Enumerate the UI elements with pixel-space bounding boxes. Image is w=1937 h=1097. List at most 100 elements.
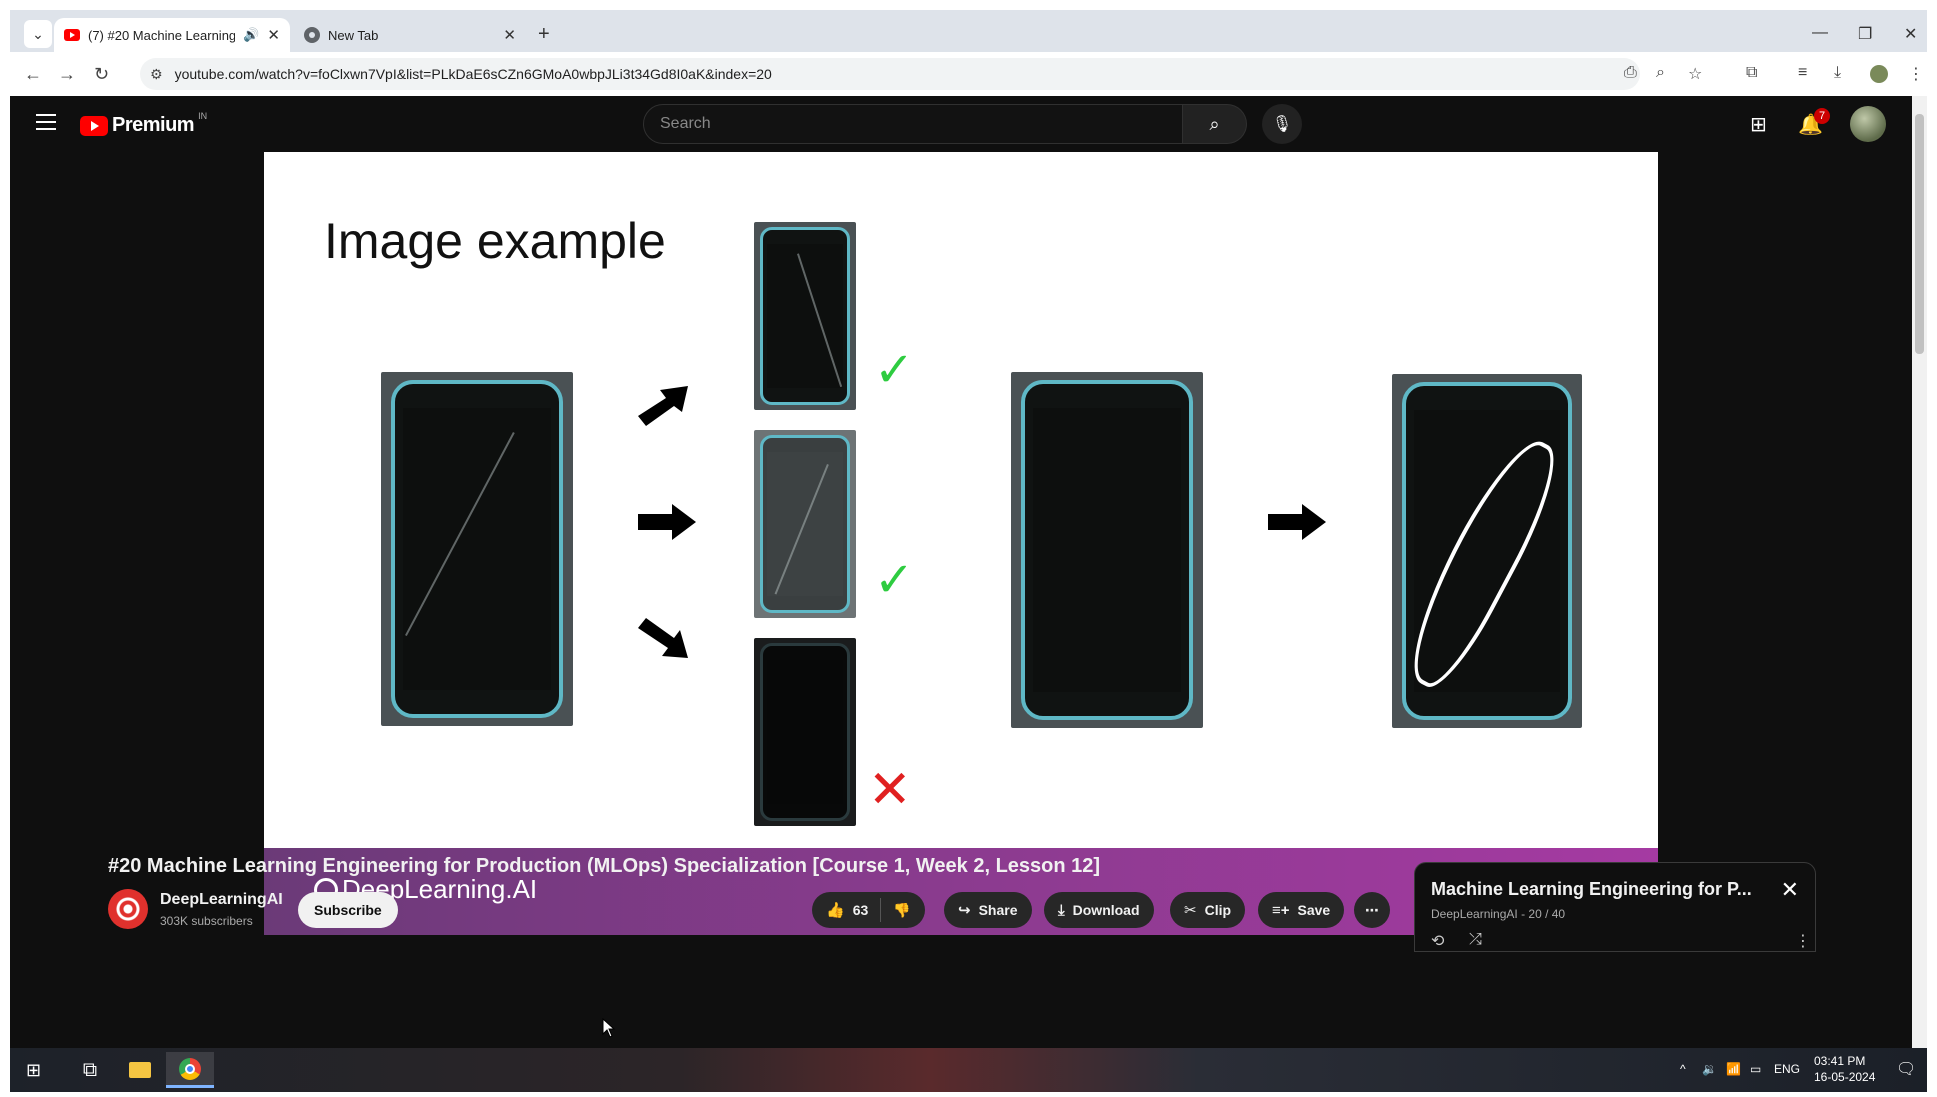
like-dislike-group: 👍 63 👎 [812, 892, 925, 928]
arrow-right-icon [638, 504, 696, 540]
tab-search-dropdown-icon[interactable]: ⌄ [24, 20, 52, 48]
account-avatar[interactable] [1850, 106, 1886, 142]
extensions-puzzle-icon[interactable]: ⧉ [1746, 64, 1757, 82]
browser-menu-icon[interactable]: ⋮ [1908, 64, 1924, 84]
shuffle-icon[interactable]: ⤮ [1469, 931, 1482, 949]
windows-start-icon[interactable]: ⊞ [26, 1060, 41, 1081]
phone-augmented-1 [754, 222, 856, 410]
volume-icon[interactable]: 🔉 [1702, 1062, 1717, 1076]
file-explorer-icon[interactable] [116, 1052, 164, 1088]
check-mark-icon: ✓ [874, 554, 915, 607]
chrome-taskbar-icon[interactable] [166, 1052, 214, 1088]
youtube-page: Premium IN Search ⌕ 🎙 ⊞ 🔔 7 Image exampl… [10, 96, 1912, 1048]
microphone-icon: 🎙 [1271, 116, 1293, 133]
thumbs-up-icon[interactable]: 👍 [826, 901, 845, 919]
forward-arrow-icon[interactable]: → [58, 64, 76, 85]
youtube-play-icon [80, 115, 108, 136]
thumbs-down-icon[interactable]: 👎 [893, 902, 910, 919]
tab-title: (7) #20 Machine Learning E [88, 27, 236, 43]
back-arrow-icon[interactable]: ← [24, 64, 42, 85]
close-playlist-icon[interactable]: ✕ [1781, 877, 1799, 903]
search-icon: ⌕ [1209, 113, 1220, 134]
close-tab-icon[interactable]: ✕ [267, 26, 280, 44]
phone-original-image [381, 372, 573, 726]
youtube-logo[interactable]: Premium IN [80, 110, 208, 137]
playlist-subtitle: DeepLearningAI - 20 / 40 [1431, 907, 1566, 921]
close-window-icon[interactable]: ✕ [1904, 24, 1917, 44]
region-code: IN [198, 110, 208, 121]
save-label: Save [1297, 902, 1331, 918]
language-indicator[interactable]: ENG [1774, 1062, 1800, 1076]
like-divider [880, 898, 882, 922]
playlist-add-icon: ≡+ [1272, 901, 1290, 919]
screen: ⌄ (7) #20 Machine Learning E 🔊 ✕ New Tab… [0, 0, 1937, 1097]
page-scrollbar[interactable] [1912, 96, 1927, 1048]
youtube-favicon-icon [64, 29, 80, 41]
mouse-cursor-icon [602, 1018, 616, 1038]
address-bar[interactable]: ⚙ youtube.com/watch?v=foClxwn7VpI&list=P… [140, 58, 1640, 90]
downloads-icon[interactable]: ⤓ [1834, 64, 1841, 82]
phone-unlabeled-image [1011, 372, 1203, 728]
install-app-icon[interactable]: ⎙ [1624, 64, 1637, 82]
download-icon: ⤓ [1058, 901, 1065, 919]
phone-augmented-2 [754, 430, 856, 618]
download-button[interactable]: ⤓ Download [1044, 892, 1154, 928]
arrow-down-right-icon [638, 618, 688, 658]
new-tab-plus-icon[interactable]: + [538, 24, 550, 44]
minimize-icon[interactable]: — [1812, 24, 1828, 42]
hamburger-menu-icon[interactable] [36, 114, 56, 130]
tab-new-tab[interactable]: New Tab ✕ [294, 18, 526, 52]
download-label: Download [1072, 902, 1140, 918]
video-player[interactable]: Image example ✓ ✓ ✕ DeepLearning.AI [264, 152, 1658, 935]
tray-overflow-icon[interactable]: ^ [1680, 1062, 1686, 1076]
channel-name[interactable]: DeepLearningAI [160, 891, 283, 909]
speaker-icon[interactable]: 🔊 [243, 27, 259, 43]
save-button[interactable]: ≡+ Save [1258, 892, 1345, 928]
action-center-icon[interactable]: 🗨 [1896, 1059, 1916, 1079]
search-input[interactable]: Search [643, 104, 1183, 144]
premium-brand: Premium [112, 114, 195, 136]
slide-title: Image example [324, 213, 666, 269]
taskbar-clock[interactable]: 03:41 PM 16-05-2024 [1814, 1053, 1875, 1085]
channel-avatar[interactable] [108, 889, 148, 929]
bookmark-star-icon[interactable]: ☆ [1688, 64, 1702, 84]
browser-tab-bar: ⌄ (7) #20 Machine Learning E 🔊 ✕ New Tab… [10, 10, 1927, 52]
site-settings-icon[interactable]: ⚙ [150, 66, 163, 83]
arrow-up-right-icon [638, 386, 688, 426]
zoom-icon[interactable]: ⌕ [1656, 64, 1665, 82]
scratch-outline-annotation [1390, 428, 1574, 698]
youtube-header: Premium IN Search ⌕ 🎙 ⊞ 🔔 7 [10, 96, 1912, 152]
playlist-more-icon[interactable]: ⋮ [1795, 931, 1811, 951]
voice-search-button[interactable]: 🎙 [1262, 104, 1302, 144]
share-button[interactable]: ↪ Share [944, 892, 1032, 928]
video-title: #20 Machine Learning Engineering for Pro… [108, 855, 1101, 877]
restore-icon[interactable]: ❐ [1858, 24, 1872, 44]
clip-button[interactable]: ✂ Clip [1170, 892, 1246, 928]
url-text: youtube.com/watch?v=foClxwn7VpI&list=PLk… [174, 66, 772, 82]
like-count[interactable]: 63 [853, 902, 869, 918]
tab-title: New Tab [328, 27, 379, 43]
scrollbar-thumb[interactable] [1915, 114, 1924, 354]
close-tab-icon[interactable]: ✕ [503, 26, 516, 44]
loop-playlist-icon[interactable]: ⟲ [1431, 931, 1444, 951]
subscribe-button[interactable]: Subscribe [298, 892, 398, 928]
profile-avatar-icon[interactable] [1870, 65, 1888, 83]
create-video-icon[interactable]: ⊞ [1750, 112, 1767, 137]
clip-label: Clip [1204, 902, 1232, 918]
tab-youtube[interactable]: (7) #20 Machine Learning E 🔊 ✕ [54, 18, 290, 52]
clock-date: 16-05-2024 [1814, 1070, 1876, 1084]
more-actions-button[interactable]: ⋯ [1354, 892, 1390, 928]
browser-toolbar: ← → ↻ ⚙ youtube.com/watch?v=foClxwn7VpI&… [10, 52, 1927, 96]
battery-icon[interactable]: ▭ [1750, 1062, 1761, 1076]
task-view-icon[interactable]: ⧉ [66, 1052, 114, 1088]
cross-mark-icon: ✕ [868, 761, 912, 819]
network-icon[interactable]: 📶 [1726, 1062, 1741, 1076]
reload-icon[interactable]: ↻ [94, 64, 109, 85]
media-control-icon[interactable]: ≡ [1798, 64, 1807, 82]
arrow-right-icon [1268, 504, 1326, 540]
share-label: Share [978, 902, 1018, 918]
share-arrow-icon: ↪ [958, 902, 971, 919]
playlist-title[interactable]: Machine Learning Engineering for P... [1431, 879, 1771, 900]
search-button[interactable]: ⌕ [1183, 104, 1247, 144]
more-horizontal-icon: ⋯ [1365, 901, 1379, 918]
